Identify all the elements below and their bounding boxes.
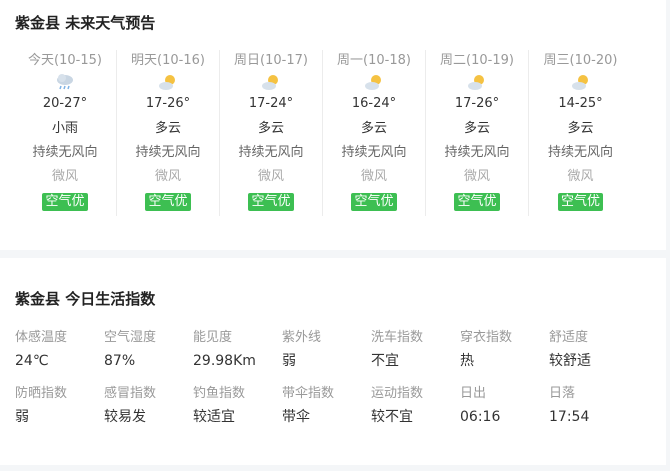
life-index-grid: 体感温度 24℃ 空气湿度 87% 能见度 29.98Km 紫外线弱 洗车指数不宜 穿… [15, 330, 638, 442]
index-value: 87% [104, 353, 136, 369]
forecast-title: 紫金县 未来天气预告 [15, 14, 156, 32]
forecast-day[interactable]: 周三(10-20) 14-25° 多云 持续无风向 微风 空气优 [529, 50, 632, 216]
day-condition: 多云 [154, 121, 181, 136]
index-label: 穿衣指数 [460, 330, 513, 345]
forecast-days: 今天(10-15) 20-27° 小雨 持续无风向 微风 空气优 明天(10-1… [14, 50, 634, 216]
index-label: 空气湿度 [104, 330, 157, 345]
day-date: 明天(10-16) [131, 53, 205, 68]
index-label: 感冒指数 [104, 386, 157, 401]
partly-cloudy-icon [363, 72, 385, 92]
life-index-item: 洗车指数 不宜 [371, 330, 460, 386]
partly-cloudy-icon [570, 72, 592, 92]
life-index-item: 日出 06:16 [460, 386, 549, 442]
aqi-badge: 空气优 [42, 193, 88, 211]
index-label: 能见度 [193, 330, 233, 345]
forecast-day[interactable]: 周一(10-18) 16-24° 多云 持续无风向 微风 空气优 [323, 50, 426, 216]
life-index-item: 钓鱼指数 较适宜 [193, 386, 282, 442]
life-index-item: 体感温度 24℃ [15, 330, 104, 386]
index-label: 紫外线 [282, 330, 322, 345]
day-condition: 小雨 [51, 121, 78, 136]
aqi-badge: 空气优 [557, 193, 603, 211]
day-wind-level: 微风 [51, 169, 78, 184]
day-date: 周日(10-17) [234, 53, 308, 68]
life-index-item: 紫外线弱 [282, 330, 371, 386]
rain-cloud-icon [54, 72, 76, 92]
index-label: 运动指数 [371, 386, 424, 401]
forecast-day[interactable]: 周日(10-17) 17-24° 多云 持续无风向 微风 空气优 [220, 50, 323, 216]
index-value: 热 [460, 353, 474, 369]
life-index-item: 空气湿度 87% [104, 330, 193, 386]
life-index-item: 防晒指数弱 [15, 386, 104, 442]
life-index-card: 紫金县 今日生活指数 体感温度 24℃ 空气湿度 87% 能见度 29.98Km 紫外… [0, 258, 666, 465]
day-wind: 持续无风向 [547, 145, 613, 160]
index-label: 带伞指数 [282, 386, 335, 401]
aqi-badge: 空气优 [454, 193, 500, 211]
day-temp: 17-26° [145, 96, 191, 111]
life-index-item: 运动指数 较不宜 [371, 386, 460, 442]
day-wind-level: 微风 [567, 169, 594, 184]
aqi-badge: 空气优 [145, 193, 191, 211]
index-label: 日落 [549, 386, 576, 401]
forecast-day[interactable]: 周二(10-19) 17-26° 多云 持续无风向 微风 空气优 [426, 50, 529, 216]
index-value: 弱 [282, 353, 296, 369]
index-value: 较不宜 [371, 409, 413, 425]
life-index-row: 防晒指数弱 感冒指数较易发 钓鱼指数较适宜 带伞指数带伞 运动指数较不宜 日出 0… [15, 386, 638, 442]
index-label: 防晒指数 [15, 386, 68, 401]
index-label: 体感温度 [15, 330, 68, 345]
index-value: 较舒适 [549, 353, 591, 369]
day-temp: 20-27° [42, 96, 88, 111]
day-temp: 14-25° [558, 96, 603, 111]
day-temp: 16-24° [351, 96, 397, 111]
forecast-day[interactable]: 明天(10-16) 17-26° 多云 持续无风向 微风 空气优 [117, 50, 220, 216]
index-value: 较易发 [104, 409, 146, 425]
day-condition: 多云 [257, 121, 284, 136]
life-index-title: 紫金县 今日生活指数 [15, 290, 156, 308]
index-label: 日出 [460, 386, 487, 401]
day-wind: 持续无风向 [32, 145, 98, 160]
index-value: 29.98Km [193, 353, 256, 369]
index-value: 06:16 [460, 409, 501, 425]
forecast-card: 紫金县 未来天气预告 今天(10-15) 20-27° 小雨 持续无风向 微风 … [0, 0, 666, 250]
index-value: 较适宜 [193, 409, 235, 425]
life-index-item: 穿衣指数热 [460, 330, 549, 386]
partly-cloudy-icon [157, 72, 179, 92]
index-value: 弱 [15, 409, 29, 425]
day-temp: 17-26° [454, 96, 500, 111]
index-label: 钓鱼指数 [193, 386, 246, 401]
partly-cloudy-icon [260, 72, 282, 92]
day-temp: 17-24° [248, 96, 294, 111]
index-label: 舒适度 [549, 330, 589, 345]
day-condition: 多云 [567, 121, 594, 136]
day-condition: 多云 [360, 121, 387, 136]
day-wind: 持续无风向 [238, 145, 304, 160]
partly-cloudy-icon [466, 72, 488, 92]
day-wind-level: 微风 [257, 169, 284, 184]
index-value: 不宜 [371, 353, 399, 369]
index-value: 带伞 [282, 409, 310, 425]
day-condition: 多云 [463, 121, 490, 136]
forecast-day[interactable]: 今天(10-15) 20-27° 小雨 持续无风向 微风 空气优 [14, 50, 117, 216]
day-date: 周二(10-19) [440, 53, 514, 68]
life-index-item: 能见度 29.98Km [193, 330, 282, 386]
life-index-item: 日落 17:54 [549, 386, 638, 442]
day-wind: 持续无风向 [341, 145, 407, 160]
day-wind: 持续无风向 [135, 145, 201, 160]
index-value: 24℃ [15, 353, 49, 369]
index-value: 17:54 [549, 409, 590, 425]
life-index-row: 体感温度 24℃ 空气湿度 87% 能见度 29.98Km 紫外线弱 洗车指数不宜 穿… [15, 330, 638, 386]
day-wind-level: 微风 [360, 169, 387, 184]
day-wind-level: 微风 [463, 169, 490, 184]
aqi-badge: 空气优 [248, 193, 294, 211]
day-date: 周一(10-18) [337, 53, 411, 68]
day-date: 周三(10-20) [543, 53, 618, 68]
index-label: 洗车指数 [371, 330, 424, 345]
life-index-item: 舒适度 较舒适 [549, 330, 638, 386]
day-date: 今天(10-15) [28, 53, 102, 68]
life-index-item: 感冒指数 较易发 [104, 386, 193, 442]
life-index-item: 带伞指数 带伞 [282, 386, 371, 442]
day-wind: 持续无风向 [444, 145, 510, 160]
aqi-badge: 空气优 [351, 193, 397, 211]
day-wind-level: 微风 [154, 169, 181, 184]
